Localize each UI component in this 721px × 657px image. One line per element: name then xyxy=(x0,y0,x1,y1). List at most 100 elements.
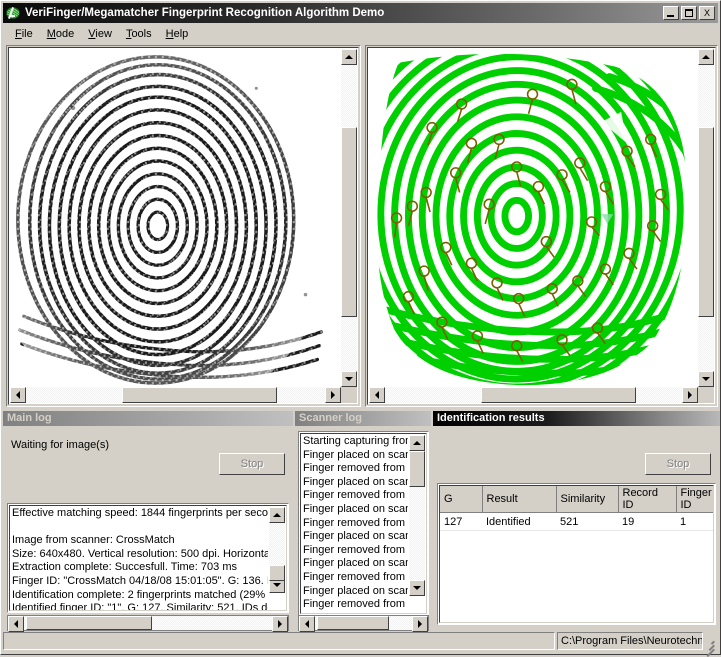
table-row[interactable]: 127 Identified 521 19 1 xyxy=(440,512,713,531)
menu-label-rest: ile xyxy=(21,28,33,40)
processed-fingerprint-image[interactable] xyxy=(369,49,698,387)
scroll-left-button[interactable] xyxy=(369,387,385,403)
column-header-similarity[interactable]: Similarity xyxy=(556,486,619,513)
main-log-status: Waiting for image(s) xyxy=(11,439,110,451)
scanner-log-line: Finger placed on scanne xyxy=(303,502,408,515)
menu-item-tools[interactable]: Tools xyxy=(119,27,159,41)
scanner-log-line: Finger placed on scanne xyxy=(303,530,408,543)
cell-result: Identified xyxy=(482,512,556,531)
scanner-log-line: Finger placed on scanne xyxy=(303,557,408,570)
identification-stop-button[interactable]: Stop xyxy=(645,453,711,475)
scanner-log-line: Finger removed from scar xyxy=(303,516,408,529)
close-icon: X xyxy=(703,8,710,18)
menu-item-file[interactable]: File xyxy=(8,27,40,41)
menu-label-rest: elp xyxy=(173,28,189,40)
hscroll-thumb[interactable] xyxy=(26,616,152,630)
left-image-hscrollbar[interactable] xyxy=(10,387,341,403)
column-header-result[interactable]: Result xyxy=(482,486,557,513)
scroll-right-button[interactable] xyxy=(412,616,428,632)
hscroll-thumb[interactable] xyxy=(122,387,277,403)
scanner-log-line: Finger placed on scanne xyxy=(303,475,408,488)
cell-similarity: 521 xyxy=(556,512,618,531)
hscroll-thumb[interactable] xyxy=(317,616,389,630)
scroll-down-button[interactable] xyxy=(698,371,714,387)
raw-image-pane xyxy=(6,45,361,407)
close-button[interactable]: X xyxy=(699,6,715,20)
scanner-log-line: Starting capturing from sc xyxy=(303,435,408,447)
main-log-line: Finger ID: "CrossMatch 04/18/08 15:01:05… xyxy=(12,574,268,587)
window-title: VeriFinger/Megamatcher Fingerprint Recog… xyxy=(25,7,385,19)
main-log-line: Image from scanner: CrossMatch xyxy=(12,534,175,547)
main-log-stop-label: Stop xyxy=(240,458,264,470)
raw-fingerprint-image[interactable] xyxy=(10,49,341,387)
scanner-log-line: Finger placed on scanne xyxy=(303,584,408,597)
vscroll-thumb[interactable] xyxy=(269,565,285,581)
main-log-vscrollbar[interactable] xyxy=(269,507,285,593)
identification-results-header: Identification results xyxy=(433,411,720,426)
results-table: G Result Similarity Record ID Finger ID … xyxy=(440,486,713,531)
main-log-hscrollbar[interactable] xyxy=(7,615,289,632)
raw-fingerprint-graphic xyxy=(10,49,341,387)
main-log-lines: Effective matching speed: 1844 fingerpri… xyxy=(12,507,268,610)
resize-grip[interactable] xyxy=(702,637,716,657)
vscroll-thumb[interactable] xyxy=(341,127,357,317)
scroll-left-button[interactable] xyxy=(299,616,315,632)
scanner-log-line: Finger removed from scar xyxy=(303,570,408,583)
scroll-down-button[interactable] xyxy=(341,371,357,387)
scanner-log-panel: Scanner log Starting capturing from sc Fi… xyxy=(295,411,431,632)
scroll-up-button[interactable] xyxy=(269,507,285,523)
scroll-up-button[interactable] xyxy=(409,435,425,451)
scanner-log-line: Finger removed from scar xyxy=(303,489,408,502)
hscroll-thumb[interactable] xyxy=(481,387,636,403)
scanner-log-lines: Starting capturing from sc Finger placed … xyxy=(303,435,408,613)
scroll-left-button[interactable] xyxy=(10,387,26,403)
menu-item-help[interactable]: Help xyxy=(159,27,196,41)
main-log-line: Identified finger ID: "1". G: 127. Simil… xyxy=(12,602,268,610)
main-log-stop-button[interactable]: Stop xyxy=(219,453,285,475)
scroll-up-button[interactable] xyxy=(341,49,357,65)
column-header-g[interactable]: G xyxy=(440,486,483,513)
main-log-line: Size: 640x480. Vertical resolution: 500 … xyxy=(12,547,268,560)
main-log-line: Extraction complete: Succesfull. Time: 7… xyxy=(12,561,237,574)
menu-accel: H xyxy=(165,28,174,40)
minimize-button[interactable] xyxy=(663,6,679,20)
results-header-row: G Result Similarity Record ID Finger ID xyxy=(440,486,713,513)
identification-results-panel: Identification results Stop G Result Sim… xyxy=(433,411,720,631)
vscroll-thumb[interactable] xyxy=(409,451,425,487)
menu-item-view[interactable]: View xyxy=(81,27,119,41)
maximize-button[interactable] xyxy=(681,6,697,20)
menu-item-mode[interactable]: Mode xyxy=(40,27,82,41)
main-log-line xyxy=(12,521,268,535)
scanner-log-textbox[interactable]: Starting capturing from sc Finger placed … xyxy=(298,431,429,616)
scanner-log-vscrollbar[interactable] xyxy=(409,435,425,596)
right-image-hscrollbar[interactable] xyxy=(369,387,698,403)
status-bar-left xyxy=(3,632,555,650)
cell-g: 127 xyxy=(440,512,482,531)
scroll-up-button[interactable] xyxy=(698,49,714,65)
cell-finger-id: 1 xyxy=(676,512,713,531)
identification-results-grid[interactable]: G Result Similarity Record ID Finger ID … xyxy=(437,483,716,625)
scroll-right-button[interactable] xyxy=(682,387,698,403)
scroll-down-button[interactable] xyxy=(409,580,425,596)
application-window: VeriFinger/Megamatcher Fingerprint Recog… xyxy=(0,0,721,657)
scroll-right-button[interactable] xyxy=(272,616,288,632)
title-bar: VeriFinger/Megamatcher Fingerprint Recog… xyxy=(3,3,718,23)
scanner-log-header: Scanner log xyxy=(295,411,431,426)
vscroll-thumb[interactable] xyxy=(698,127,714,317)
scanner-log-line: Finger removed from scar xyxy=(303,462,408,475)
identification-stop-label: Stop xyxy=(666,458,690,470)
processed-fingerprint-graphic xyxy=(369,49,698,387)
menu-accel: M xyxy=(46,28,56,40)
column-header-record-id[interactable]: Record ID xyxy=(618,486,677,513)
scroll-left-button[interactable] xyxy=(8,616,24,632)
main-log-header: Main log xyxy=(3,411,293,426)
main-log-line: Identification complete: 2 fingerprints … xyxy=(12,588,268,601)
scanner-log-hscrollbar[interactable] xyxy=(298,615,429,632)
main-log-textbox[interactable]: Effective matching speed: 1844 fingerpri… xyxy=(7,503,289,613)
processed-image-pane xyxy=(365,45,718,407)
menu-label-rest: ode xyxy=(55,28,75,40)
right-image-vscrollbar[interactable] xyxy=(698,49,714,387)
scroll-right-button[interactable] xyxy=(325,387,341,403)
left-image-vscrollbar[interactable] xyxy=(341,49,357,387)
column-header-finger-id[interactable]: Finger ID xyxy=(676,486,713,513)
